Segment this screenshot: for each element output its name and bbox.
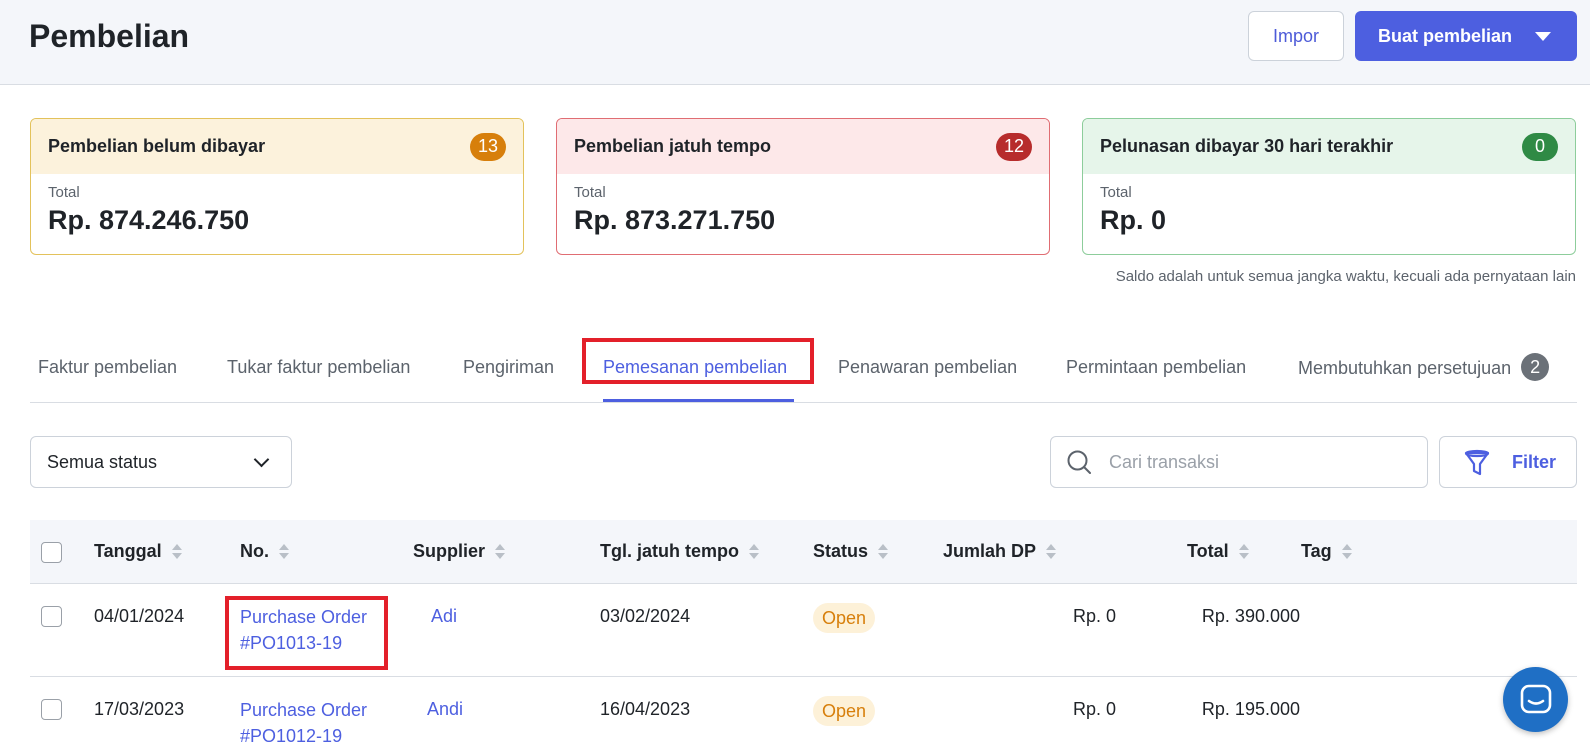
row-due-date: 16/04/2023 xyxy=(600,699,691,719)
chat-launcher-button[interactable] xyxy=(1503,667,1568,732)
tab-label: Membutuhkan persetujuan xyxy=(1298,357,1512,378)
column-label: Tgl. jatuh tempo xyxy=(600,541,739,561)
card-amount: Rp. 0 xyxy=(1100,205,1167,235)
import-button[interactable]: Impor xyxy=(1248,11,1344,61)
tab-purchase-request[interactable]: Permintaan pembelian xyxy=(1066,357,1246,378)
page-title: Pembelian xyxy=(29,18,190,54)
column-status[interactable]: Status xyxy=(813,541,889,562)
status-selected-value: Semua status xyxy=(47,451,158,472)
status-badge: Open xyxy=(813,696,876,726)
status-dropdown[interactable]: Semua status xyxy=(30,436,292,488)
tab-needs-approval[interactable]: Membutuhkan persetujuan 2 xyxy=(1298,353,1550,381)
sort-icon xyxy=(878,543,889,560)
column-supplier[interactable]: Supplier xyxy=(413,541,506,562)
count-badge: 13 xyxy=(469,132,506,161)
row-checkbox[interactable] xyxy=(41,606,62,627)
card-header: Pembelian jatuh tempo 12 xyxy=(557,119,1049,174)
select-all-checkbox[interactable] xyxy=(41,542,62,563)
tab-count-badge: 2 xyxy=(1521,353,1550,381)
card-header: Pelunasan dibayar 30 hari terakhir 0 xyxy=(1083,119,1575,174)
summary-card-unpaid[interactable]: Pembelian belum dibayar 13 Total Rp. 874… xyxy=(30,118,524,255)
search-box[interactable] xyxy=(1050,436,1428,488)
column-label: Status xyxy=(813,541,869,561)
row-date: 17/03/2023 xyxy=(94,699,185,719)
summary-card-overdue[interactable]: Pembelian jatuh tempo 12 Total Rp. 873.2… xyxy=(556,118,1050,255)
column-label: Jumlah DP xyxy=(943,541,1037,561)
tab-purchase-quote[interactable]: Penawaran pembelian xyxy=(838,357,1017,378)
row-down-payment: Rp. 0 xyxy=(1072,699,1116,719)
card-header: Pembelian belum dibayar 13 xyxy=(31,119,523,174)
count-badge: 0 xyxy=(1522,132,1558,161)
sort-icon xyxy=(279,543,289,560)
row-total: Rp. 390.000 xyxy=(1201,606,1300,626)
balance-note: Saldo adalah untuk semua jangka waktu, k… xyxy=(1115,268,1576,285)
sort-icon xyxy=(1046,543,1057,560)
sort-icon xyxy=(1238,543,1249,560)
column-label: Tanggal xyxy=(94,541,162,561)
page-header: Pembelian Impor Buat pembelian xyxy=(0,0,1590,85)
sort-icon xyxy=(171,543,182,560)
tab-invoice-exchange[interactable]: Tukar faktur pembelian xyxy=(227,357,410,378)
column-tag[interactable]: Tag xyxy=(1301,541,1352,562)
row-down-payment: Rp. 0 xyxy=(1072,606,1116,626)
column-label: Total xyxy=(1187,541,1229,561)
column-label: Tag xyxy=(1301,541,1332,561)
filter-button[interactable]: Filter xyxy=(1439,436,1577,488)
sort-icon xyxy=(749,543,759,560)
active-tab-indicator xyxy=(603,399,794,402)
card-title: Pembelian jatuh tempo xyxy=(574,136,772,156)
filter-label: Filter xyxy=(1511,451,1556,472)
column-date[interactable]: Tanggal xyxy=(94,541,182,562)
highlight-box xyxy=(225,596,388,670)
card-amount: Rp. 874.246.750 xyxy=(48,205,250,235)
create-purchase-button[interactable]: Buat pembelian xyxy=(1355,11,1577,61)
row-checkbox[interactable] xyxy=(41,699,62,720)
supplier-link[interactable]: Adi xyxy=(431,606,457,627)
search-input[interactable] xyxy=(1109,437,1409,487)
column-number[interactable]: No. xyxy=(240,541,289,562)
table-header: Tanggal No. Supplier Tgl. jatuh tempo St… xyxy=(30,520,1577,584)
count-badge: 12 xyxy=(995,132,1032,161)
supplier-link[interactable]: Andi xyxy=(427,699,463,720)
column-label: No. xyxy=(240,541,269,561)
row-total: Rp. 195.000 xyxy=(1201,699,1300,719)
search-icon xyxy=(1067,450,1091,474)
caret-down-icon[interactable] xyxy=(1535,32,1551,41)
status-badge: Open xyxy=(813,603,876,633)
create-purchase-label: Buat pembelian xyxy=(1378,25,1513,46)
chat-icon xyxy=(1520,684,1552,714)
card-amount: Rp. 873.271.750 xyxy=(574,205,776,235)
card-subtitle: Total xyxy=(574,184,606,201)
column-down-payment[interactable]: Jumlah DP xyxy=(943,541,1057,562)
card-subtitle: Total xyxy=(1100,184,1132,201)
column-due-date[interactable]: Tgl. jatuh tempo xyxy=(600,541,759,562)
sort-icon xyxy=(1341,543,1352,560)
highlight-box xyxy=(582,338,814,384)
tab-purchase-invoice[interactable]: Faktur pembelian xyxy=(38,357,177,378)
summary-card-paid-30-days[interactable]: Pelunasan dibayar 30 hari terakhir 0 Tot… xyxy=(1082,118,1576,255)
card-title: Pelunasan dibayar 30 hari terakhir xyxy=(1100,136,1394,156)
purchase-order-link[interactable]: Purchase Order #PO1012-19 xyxy=(240,697,382,749)
column-label: Supplier xyxy=(413,541,486,561)
column-total[interactable]: Total xyxy=(1187,541,1249,562)
card-subtitle: Total xyxy=(48,184,80,201)
row-due-date: 03/02/2024 xyxy=(600,606,691,626)
sort-icon xyxy=(495,543,506,560)
table-row[interactable]: 17/03/2023 Purchase Order #PO1012-19 And… xyxy=(30,678,1577,755)
chevron-down-icon xyxy=(253,451,270,468)
row-date: 04/01/2024 xyxy=(94,606,185,626)
funnel-icon xyxy=(1464,449,1490,476)
card-title: Pembelian belum dibayar xyxy=(48,136,266,156)
tab-shipment[interactable]: Pengiriman xyxy=(463,357,554,378)
